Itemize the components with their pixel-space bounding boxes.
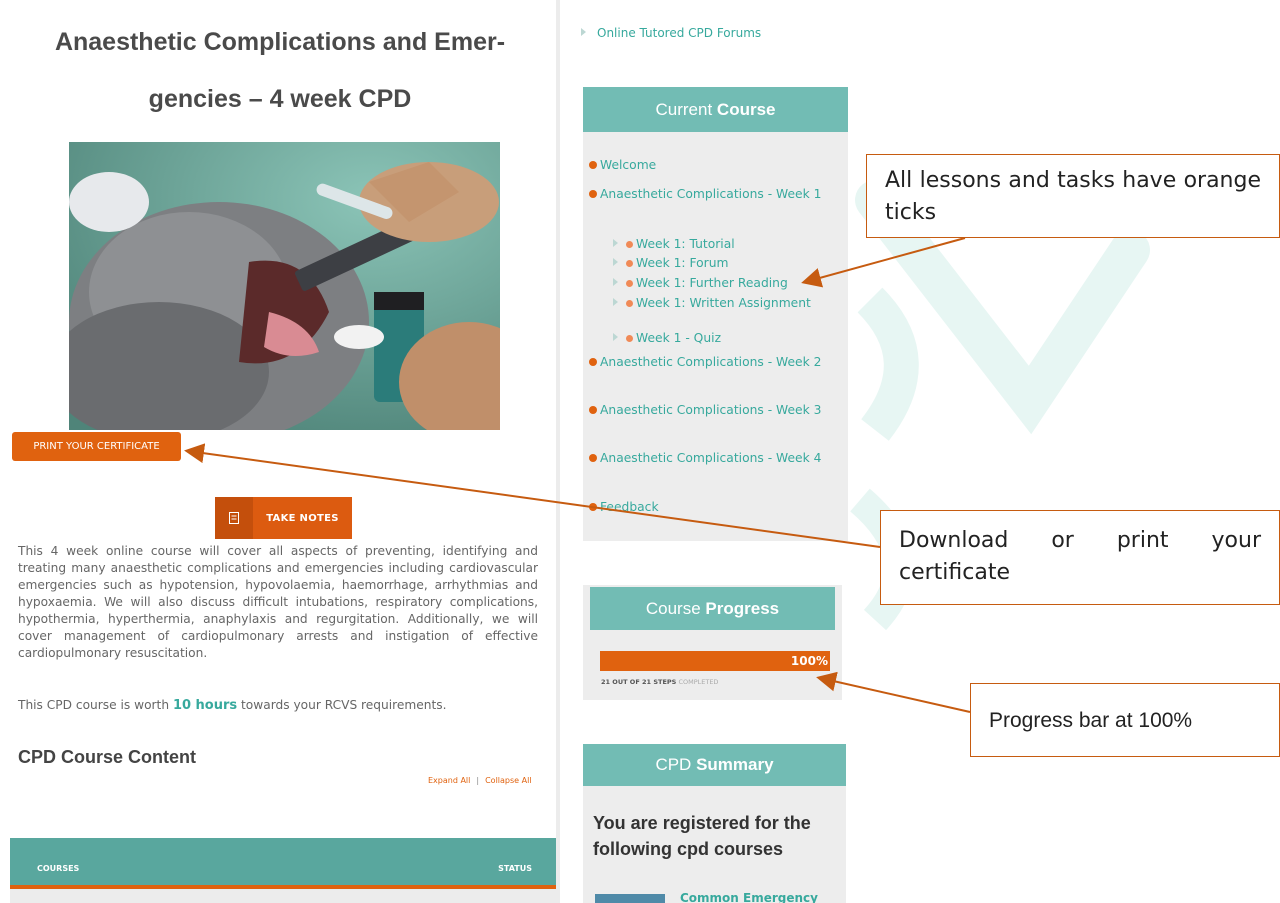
callout-progress: Progress bar at 100% [970, 683, 1280, 757]
callout-certificate: Download or print your certificate [880, 510, 1280, 605]
annotation-arrows [184, 237, 971, 713]
callout-ticks: All lessons and tasks have orange ticks [866, 154, 1280, 238]
screenshot: Anaesthetic Complications and Emer- genc… [0, 0, 1280, 903]
arrow-to-ticks [801, 237, 966, 288]
arrow-to-certificate [184, 443, 881, 548]
arrow-to-progress [816, 671, 971, 713]
